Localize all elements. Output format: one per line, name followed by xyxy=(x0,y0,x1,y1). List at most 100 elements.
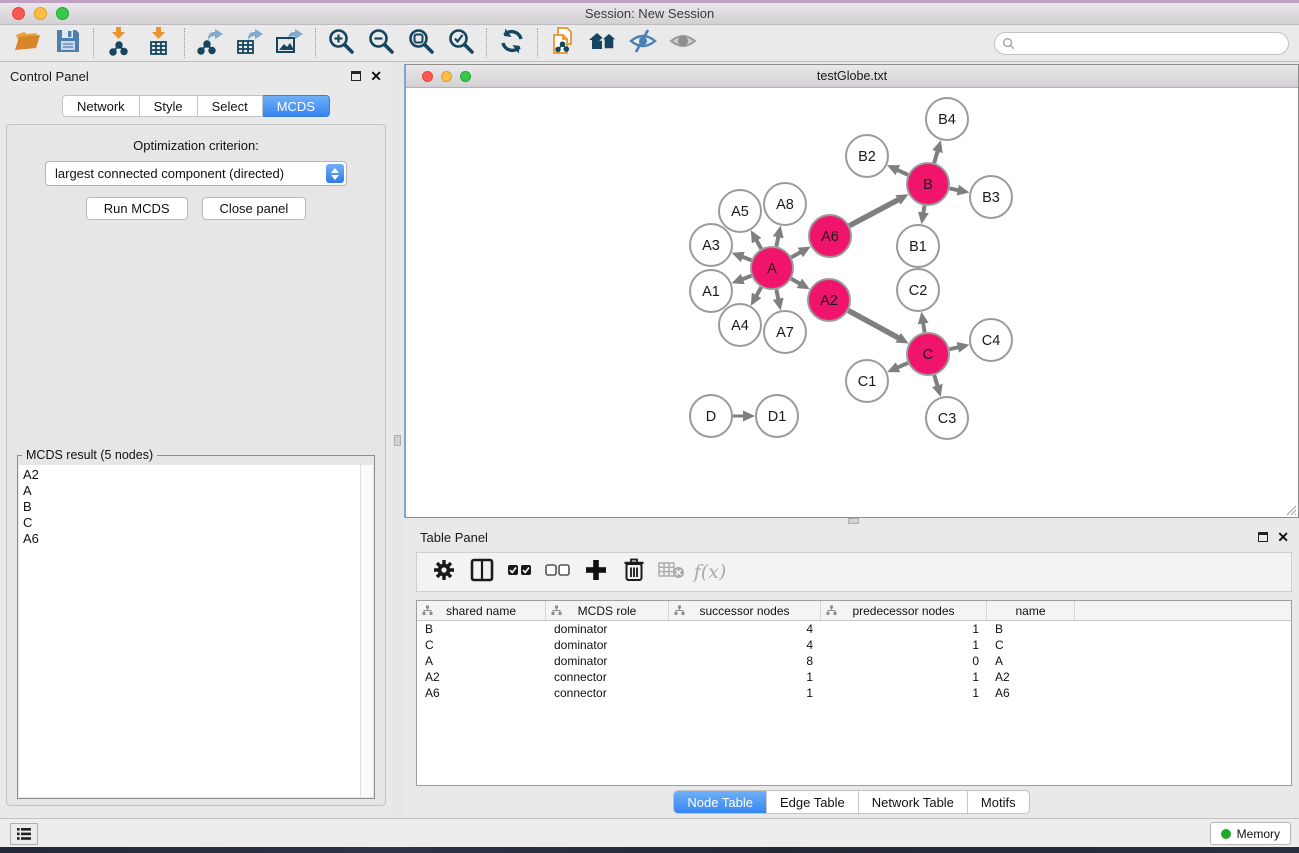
tab-node-table[interactable]: Node Table xyxy=(674,791,766,813)
open-button[interactable] xyxy=(8,26,48,60)
network-graph[interactable]: AA1A2A3A4A5A6A7A8BB1B2B3B4CC1C2C3C4DD1 xyxy=(406,88,1297,517)
refresh-button[interactable] xyxy=(492,26,532,60)
edge-A-A7[interactable] xyxy=(776,290,778,300)
column-header-MCDS-role[interactable]: MCDS role xyxy=(546,601,669,620)
cell-MCDS-role[interactable]: connector xyxy=(546,685,669,701)
cell-predecessor-nodes[interactable]: 1 xyxy=(821,637,987,653)
edge-C-C1[interactable] xyxy=(897,363,908,368)
graph-node-A3[interactable]: A3 xyxy=(690,224,732,266)
session-titlebar[interactable]: Session: New Session xyxy=(0,3,1299,25)
graph-node-B[interactable]: B xyxy=(907,163,949,205)
cell-predecessor-nodes[interactable]: 1 xyxy=(821,621,987,637)
column-header-predecessor-nodes[interactable]: predecessor nodes xyxy=(821,601,987,620)
graph-node-C4[interactable]: C4 xyxy=(970,319,1012,361)
close-window-button[interactable] xyxy=(12,7,25,20)
graph-node-C1[interactable]: C1 xyxy=(846,360,888,402)
deselect-all-button[interactable] xyxy=(541,556,575,588)
table-row[interactable]: A6connector11A6 xyxy=(417,685,1291,701)
cell-shared-name[interactable]: C xyxy=(417,637,546,653)
run-mcds-button[interactable]: Run MCDS xyxy=(86,197,188,220)
cell-name[interactable]: A6 xyxy=(987,685,1075,701)
optimization-criterion-dropdown[interactable]: largest connected component (directed) xyxy=(45,161,347,186)
table-row[interactable]: Cdominator41C xyxy=(417,637,1291,653)
graph-node-A[interactable]: A xyxy=(751,247,793,289)
tab-mcds[interactable]: MCDS xyxy=(263,95,330,117)
edge-C-C3[interactable] xyxy=(934,375,937,386)
edge-B-B1[interactable] xyxy=(923,206,924,214)
graph-node-C[interactable]: C xyxy=(907,333,949,375)
graph-node-B4[interactable]: B4 xyxy=(926,98,968,140)
tab-select[interactable]: Select xyxy=(198,95,263,117)
import-table-button[interactable] xyxy=(139,26,179,60)
column-header-successor-nodes[interactable]: successor nodes xyxy=(669,601,821,620)
table-row[interactable]: Adominator80A xyxy=(417,653,1291,669)
table-row[interactable]: Bdominator41B xyxy=(417,621,1291,637)
save-button[interactable] xyxy=(48,26,88,60)
edge-B-B4[interactable] xyxy=(934,151,938,163)
add-button[interactable] xyxy=(579,556,613,588)
search-input[interactable] xyxy=(1015,34,1288,53)
cell-shared-name[interactable]: A2 xyxy=(417,669,546,685)
export-table-button[interactable] xyxy=(230,26,270,60)
network-window-titlebar[interactable]: testGlobe.txt xyxy=(406,65,1298,88)
cell-MCDS-role[interactable]: connector xyxy=(546,669,669,685)
memory-button[interactable]: Memory xyxy=(1210,822,1291,845)
graph-node-B2[interactable]: B2 xyxy=(846,135,888,177)
graph-node-A8[interactable]: A8 xyxy=(764,183,806,225)
column-header-shared-name[interactable]: shared name xyxy=(417,601,546,620)
result-item[interactable]: B xyxy=(19,499,359,515)
task-history-button[interactable] xyxy=(10,823,38,845)
graph-node-A4[interactable]: A4 xyxy=(719,304,761,346)
network-zoom-button[interactable] xyxy=(460,71,471,82)
cell-name[interactable]: B xyxy=(987,621,1075,637)
graph-node-A5[interactable]: A5 xyxy=(719,190,761,232)
vertical-split-divider[interactable] xyxy=(392,62,404,818)
close-panel-icon[interactable]: ✕ xyxy=(370,71,382,81)
result-item[interactable]: A xyxy=(19,483,359,499)
zoom-in-button[interactable] xyxy=(321,26,361,60)
tab-motifs[interactable]: Motifs xyxy=(967,791,1029,813)
gear-button[interactable] xyxy=(427,556,461,588)
graph-node-D[interactable]: D xyxy=(690,395,732,437)
result-scrollbar[interactable] xyxy=(360,465,373,797)
edge-A-A4[interactable] xyxy=(756,287,761,296)
graph-node-A6[interactable]: A6 xyxy=(809,215,851,257)
network-close-button[interactable] xyxy=(422,71,433,82)
float-panel-icon[interactable] xyxy=(351,71,361,81)
show-details-button[interactable] xyxy=(663,26,703,60)
mcds-result-list[interactable]: A2ABCA6 xyxy=(19,465,373,797)
result-item[interactable]: A6 xyxy=(19,531,359,547)
node-table[interactable]: shared nameMCDS rolesuccessor nodesprede… xyxy=(416,600,1292,786)
zoom-fit-button[interactable] xyxy=(401,26,441,60)
graph-node-C3[interactable]: C3 xyxy=(926,397,968,439)
cell-name[interactable]: C xyxy=(987,637,1075,653)
cell-successor-nodes[interactable]: 1 xyxy=(669,685,821,701)
network-canvas[interactable]: AA1A2A3A4A5A6A7A8BB1B2B3B4CC1C2C3C4DD1 xyxy=(406,88,1298,517)
graph-node-B1[interactable]: B1 xyxy=(897,225,939,267)
vertical-split-handle[interactable] xyxy=(394,435,401,446)
tab-style[interactable]: Style xyxy=(140,95,198,117)
result-item[interactable]: C xyxy=(19,515,359,531)
cell-MCDS-role[interactable]: dominator xyxy=(546,653,669,669)
edge-A-A5[interactable] xyxy=(756,240,761,249)
edge-A-A8[interactable] xyxy=(776,236,778,246)
import-network-button[interactable] xyxy=(99,26,139,60)
cell-MCDS-role[interactable]: dominator xyxy=(546,637,669,653)
column-header-name[interactable]: name xyxy=(987,601,1075,620)
graph-node-A2[interactable]: A2 xyxy=(808,279,850,321)
cell-MCDS-role[interactable]: dominator xyxy=(546,621,669,637)
cell-predecessor-nodes[interactable]: 0 xyxy=(821,653,987,669)
edge-C-C2[interactable] xyxy=(923,323,925,333)
network-minimize-button[interactable] xyxy=(441,71,452,82)
cell-name[interactable]: A2 xyxy=(987,669,1075,685)
close-table-panel-icon[interactable]: ✕ xyxy=(1277,532,1289,542)
edge-B-B2[interactable] xyxy=(897,170,908,175)
edge-A-A1[interactable] xyxy=(742,276,752,280)
graph-node-D1[interactable]: D1 xyxy=(756,395,798,437)
edge-A-A3[interactable] xyxy=(742,257,752,261)
cell-successor-nodes[interactable]: 4 xyxy=(669,637,821,653)
zoom-window-button[interactable] xyxy=(56,7,69,20)
cell-predecessor-nodes[interactable]: 1 xyxy=(821,669,987,685)
resize-grip-icon[interactable] xyxy=(1283,502,1297,516)
search-field[interactable] xyxy=(994,32,1289,55)
